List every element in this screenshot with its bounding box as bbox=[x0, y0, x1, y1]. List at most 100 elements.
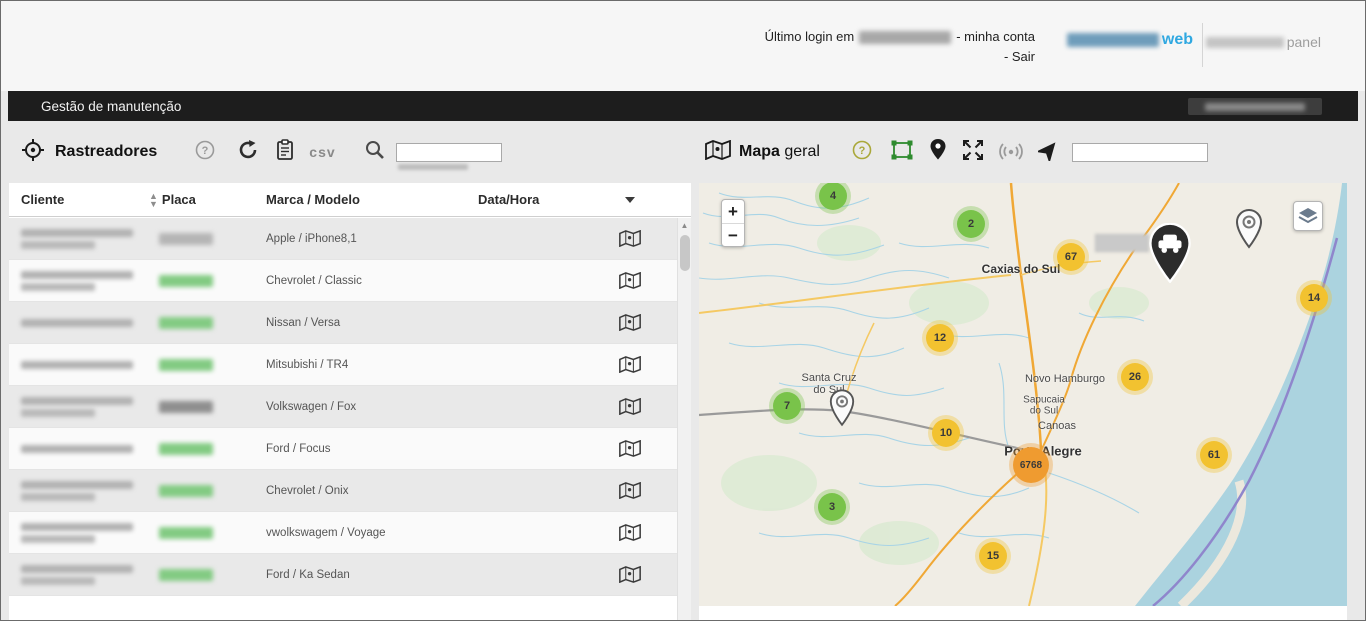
brand-model-cell: Chevrolet / Onix bbox=[266, 485, 478, 497]
map-cluster-4[interactable]: 4 bbox=[819, 183, 847, 210]
map-canvas[interactable]: Caxias do SulSanta Cruzdo SulNovo Hambur… bbox=[699, 183, 1347, 606]
map-cluster-15[interactable]: 15 bbox=[979, 542, 1007, 570]
main-content: Rastreadores ? csv bbox=[9, 121, 1359, 621]
pin-icon[interactable] bbox=[930, 139, 946, 165]
zoom-in-button[interactable]: + bbox=[722, 200, 744, 223]
help-icon[interactable]: ? bbox=[195, 140, 215, 165]
brand-divider bbox=[1202, 23, 1203, 67]
top-header: Último login em - minha conta - Sair web… bbox=[1, 1, 1365, 91]
row-map-icon bbox=[619, 440, 641, 457]
show-on-map-button[interactable] bbox=[609, 524, 651, 541]
last-login-value-redacted bbox=[859, 31, 951, 44]
map-cluster-2[interactable]: 2 bbox=[957, 210, 985, 238]
table-row[interactable]: Chevrolet / Onix bbox=[9, 470, 677, 512]
location-pin-2[interactable] bbox=[828, 389, 856, 432]
client-cell-redacted bbox=[9, 481, 149, 501]
logout-link[interactable]: - Sair bbox=[765, 47, 1035, 67]
column-client[interactable]: Cliente bbox=[9, 192, 149, 207]
scrollbar-up-icon[interactable]: ▲ bbox=[678, 218, 691, 233]
expand-icon[interactable] bbox=[962, 139, 984, 166]
geofence-icon[interactable] bbox=[890, 139, 914, 166]
client-cell-redacted bbox=[9, 229, 149, 249]
row-map-icon bbox=[619, 356, 641, 373]
csv-export-button[interactable]: csv bbox=[309, 144, 335, 160]
vehicle-pin[interactable] bbox=[1147, 223, 1193, 288]
signal-icon[interactable] bbox=[998, 138, 1024, 167]
map-cluster-10[interactable]: 10 bbox=[932, 419, 960, 447]
show-on-map-button[interactable] bbox=[609, 314, 651, 331]
trackers-panel: Rastreadores ? csv bbox=[9, 121, 691, 621]
brand-logo-web[interactable]: web bbox=[1067, 31, 1193, 49]
map-cluster-6768[interactable]: 6768 bbox=[1013, 447, 1049, 483]
map-container: Caxias do SulSanta Cruzdo SulNovo Hambur… bbox=[699, 183, 1347, 621]
map-title: Mapa geral bbox=[739, 143, 820, 161]
target-icon bbox=[21, 138, 45, 167]
report-icon[interactable] bbox=[275, 139, 295, 166]
location-pin-1[interactable] bbox=[1234, 209, 1264, 254]
search-icon[interactable] bbox=[364, 139, 386, 166]
brand-web-redacted bbox=[1067, 33, 1159, 47]
zoom-out-button[interactable]: − bbox=[722, 224, 744, 247]
title-bar: Gestão de manutenção bbox=[8, 91, 1358, 121]
map-cluster-61[interactable]: 61 bbox=[1200, 441, 1228, 469]
sort-icon[interactable]: ▲▼ bbox=[149, 192, 158, 208]
column-brand-model[interactable]: Marca / Modelo bbox=[266, 192, 478, 207]
map-help-icon[interactable]: ? bbox=[852, 140, 872, 165]
brand-panel-suffix: panel bbox=[1287, 34, 1321, 50]
trackers-search-input[interactable] bbox=[396, 143, 502, 162]
brand-panel-redacted bbox=[1206, 37, 1284, 48]
trackers-table-body: Apple / iPhone8,1 Chevrolet / Classic Ni… bbox=[9, 218, 677, 620]
map-cluster-3[interactable]: 3 bbox=[818, 493, 846, 521]
map-cluster-67[interactable]: 67 bbox=[1057, 243, 1085, 271]
table-row[interactable]: Nissan / Versa bbox=[9, 302, 677, 344]
layers-button[interactable] bbox=[1293, 201, 1323, 231]
trackers-title: Rastreadores bbox=[55, 143, 157, 161]
map-cluster-12[interactable]: 12 bbox=[926, 324, 954, 352]
table-row[interactable]: Ford / Focus bbox=[9, 428, 677, 470]
vehicle-label-redacted bbox=[1095, 234, 1149, 252]
column-filter-icon[interactable] bbox=[625, 197, 635, 203]
my-account-link[interactable]: - minha conta bbox=[956, 27, 1035, 47]
column-datetime[interactable]: Data/Hora bbox=[478, 192, 609, 207]
client-cell-redacted bbox=[9, 271, 149, 291]
navigation-icon[interactable] bbox=[1038, 139, 1060, 166]
brand-model-cell: Chevrolet / Classic bbox=[266, 275, 478, 287]
plate-redacted bbox=[159, 569, 213, 581]
table-row[interactable]: Apple / iPhone8,1 bbox=[9, 218, 677, 260]
show-on-map-button[interactable] bbox=[609, 398, 651, 415]
show-on-map-button[interactable] bbox=[609, 482, 651, 499]
map-header: Mapa geral ? bbox=[699, 121, 1347, 183]
table-row[interactable]: Ford / Ka Sedan bbox=[9, 554, 677, 596]
table-scrollbar[interactable]: ▲ bbox=[677, 218, 691, 620]
plate-redacted bbox=[159, 485, 213, 497]
scrollbar-thumb[interactable] bbox=[680, 235, 690, 271]
table-row[interactable]: Chevrolet / Classic bbox=[9, 260, 677, 302]
show-on-map-button[interactable] bbox=[609, 272, 651, 289]
column-plate[interactable]: ▲▼ Placa bbox=[149, 192, 266, 208]
title-bar-button-redacted[interactable] bbox=[1188, 98, 1322, 115]
show-on-map-button[interactable] bbox=[609, 230, 651, 247]
plate-redacted bbox=[159, 359, 213, 371]
plate-redacted bbox=[159, 527, 213, 539]
map-cluster-14[interactable]: 14 bbox=[1300, 284, 1328, 312]
show-on-map-button[interactable] bbox=[609, 566, 651, 583]
brand-web-suffix: web bbox=[1162, 31, 1193, 49]
table-row[interactable]: Volkswagen / Fox bbox=[9, 386, 677, 428]
map-cluster-26[interactable]: 26 bbox=[1121, 363, 1149, 391]
brand-logo-panel[interactable]: panel bbox=[1206, 34, 1321, 50]
trackers-header: Rastreadores ? csv bbox=[9, 121, 691, 183]
client-cell-redacted bbox=[9, 397, 149, 417]
show-on-map-button[interactable] bbox=[609, 440, 651, 457]
client-cell-redacted bbox=[9, 523, 149, 543]
row-map-icon bbox=[619, 398, 641, 415]
client-cell-redacted bbox=[9, 319, 149, 327]
table-row[interactable]: Mitsubishi / TR4 bbox=[9, 344, 677, 386]
plate-redacted bbox=[159, 233, 213, 245]
map-search-input[interactable] bbox=[1072, 143, 1208, 162]
map-cluster-7[interactable]: 7 bbox=[773, 392, 801, 420]
trackers-table: Cliente ▲▼ Placa Marca / Modelo Data/Hor… bbox=[9, 183, 691, 620]
row-map-icon bbox=[619, 482, 641, 499]
refresh-icon[interactable] bbox=[237, 139, 259, 166]
show-on-map-button[interactable] bbox=[609, 356, 651, 373]
table-row[interactable]: vwolkswagem / Voyage bbox=[9, 512, 677, 554]
